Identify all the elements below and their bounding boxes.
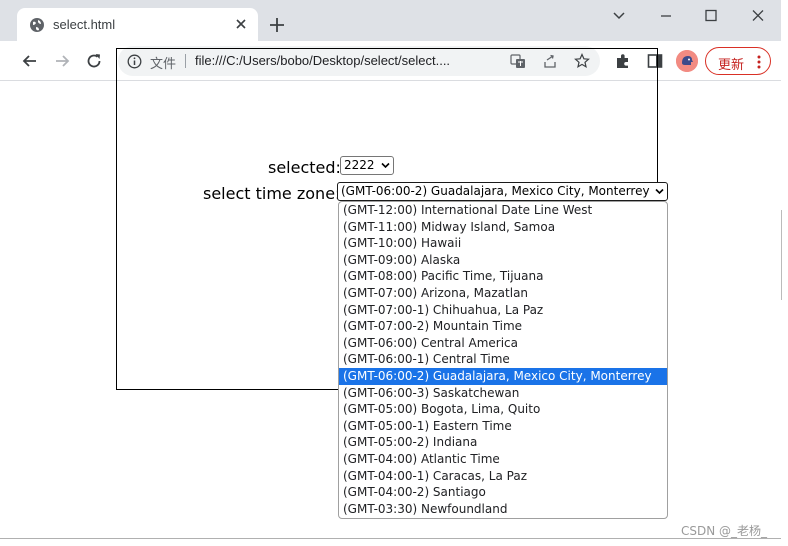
dropdown-option[interactable]: (GMT-09:00) Alaska	[339, 252, 667, 269]
dropdown-option[interactable]: (GMT-06:00-3) Saskatchewan	[339, 385, 667, 402]
back-arrow-icon[interactable]	[20, 51, 40, 71]
profile-avatar[interactable]	[676, 50, 698, 72]
dropdown-option[interactable]: (GMT-07:00-1) Chihuahua, La Paz	[339, 302, 667, 319]
dropdown-option[interactable]: (GMT-05:00-2) Indiana	[339, 434, 667, 451]
watermark-text: CSDN @_老杨_	[681, 524, 768, 538]
maximize-icon[interactable]	[701, 8, 721, 24]
dropdown-option[interactable]: (GMT-07:00) Arizona, Mazatlan	[339, 285, 667, 302]
dropdown-option[interactable]: (GMT-04:00-2) Santiago	[339, 484, 667, 501]
window-bottom-border	[0, 538, 781, 539]
new-tab-plus-icon[interactable]	[268, 16, 286, 34]
window-right-edge	[781, 0, 788, 546]
dropdown-option[interactable]: (GMT-04:00) Atlantic Time	[339, 451, 667, 468]
close-window-icon[interactable]	[748, 8, 768, 24]
chevron-down-icon	[381, 162, 390, 169]
reload-icon[interactable]	[84, 51, 104, 71]
update-button[interactable]: 更新	[705, 47, 771, 75]
update-label: 更新	[718, 57, 745, 72]
timezone-select[interactable]: (GMT-06:00-2) Guadalajara, Mexico City, …	[337, 182, 668, 201]
tab-select-html[interactable]: select.html	[17, 8, 258, 41]
more-vert-icon[interactable]	[756, 54, 762, 70]
tab-title: select.html	[53, 17, 116, 32]
selected-select[interactable]: 2222	[340, 156, 394, 175]
profile-icon	[676, 50, 698, 72]
dropdown-option[interactable]: (GMT-10:00) Hawaii	[339, 235, 667, 252]
dropdown-option[interactable]: (GMT-04:00-1) Caracas, La Paz	[339, 468, 667, 485]
minimize-icon[interactable]	[656, 8, 676, 24]
dropdown-option[interactable]: (GMT-08:00) Pacific Time, Tijuana	[339, 268, 667, 285]
globe-icon	[30, 18, 44, 32]
tab-search-chevron-icon[interactable]	[609, 8, 629, 24]
dropdown-option[interactable]: (GMT-05:00) Bogota, Lima, Quito	[339, 401, 667, 418]
tab-strip: select.html	[0, 0, 781, 41]
selected-select-value: 2222	[344, 158, 375, 172]
window-bottom-edge	[0, 538, 788, 546]
close-tab-icon[interactable]	[233, 16, 249, 32]
dropdown-option[interactable]: (GMT-05:00-1) Eastern Time	[339, 418, 667, 435]
forward-arrow-icon[interactable]	[52, 51, 72, 71]
timezone-select-value: (GMT-06:00-2) Guadalajara, Mexico City, …	[341, 184, 650, 198]
dropdown-option[interactable]: (GMT-03:30) Newfoundland	[339, 501, 667, 518]
dropdown-option[interactable]: (GMT-06:00) Central America	[339, 335, 667, 352]
dropdown-option[interactable]: (GMT-12:00) International Date Line West	[339, 202, 667, 219]
timezone-dropdown-list[interactable]: (GMT-12:00) International Date Line West…	[338, 201, 668, 519]
timezone-label: select time zone:	[203, 184, 341, 203]
dropdown-option-selected[interactable]: (GMT-06:00-2) Guadalajara, Mexico City, …	[339, 368, 667, 385]
dropdown-option[interactable]: (GMT-07:00-2) Mountain Time	[339, 318, 667, 335]
selected-label: selected:	[268, 158, 341, 177]
chevron-down-icon	[655, 188, 664, 195]
dropdown-option[interactable]: (GMT-11:00) Midway Island, Samoa	[339, 219, 667, 236]
dropdown-option[interactable]: (GMT-06:00-1) Central Time	[339, 351, 667, 368]
